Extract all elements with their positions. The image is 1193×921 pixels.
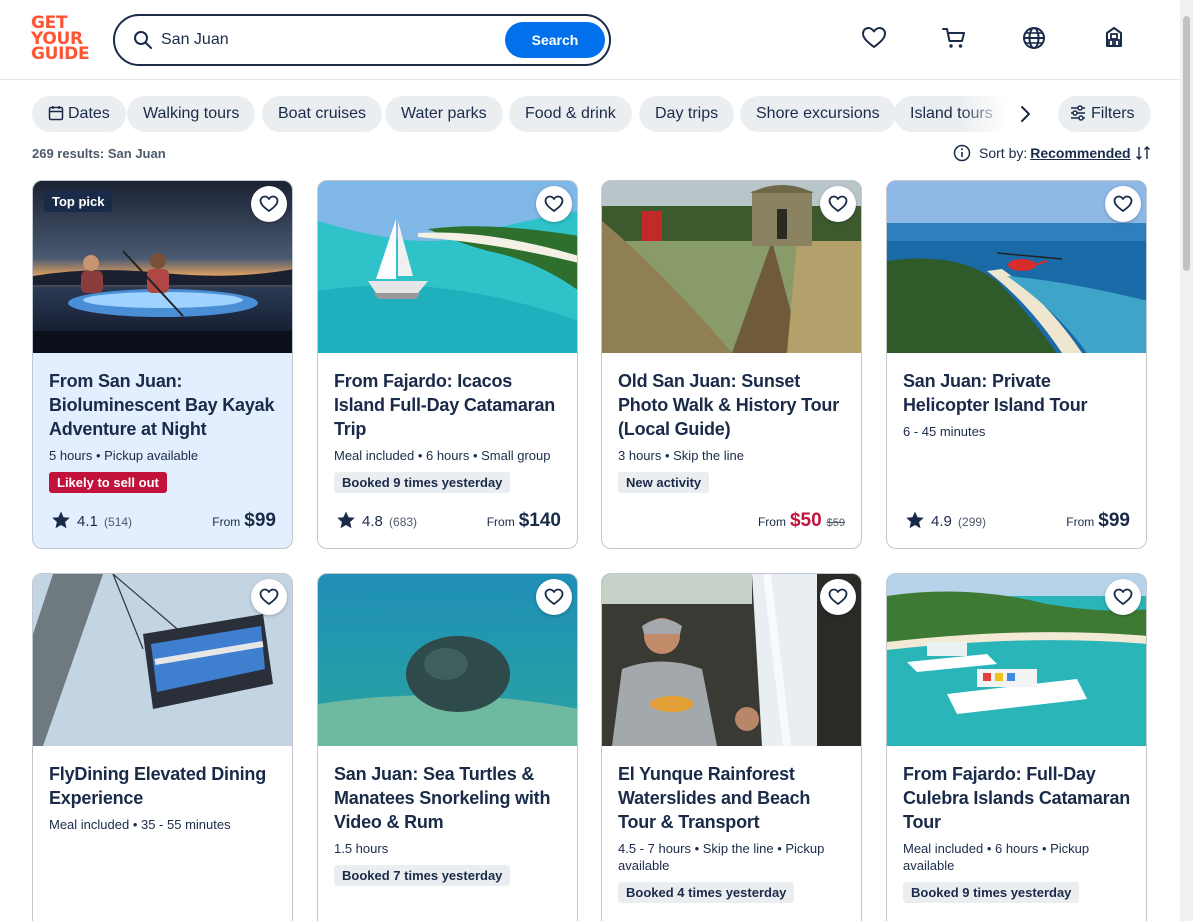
activity-meta: 5 hours • Pickup available [49,448,199,463]
scrollbar-thumb[interactable] [1183,16,1190,271]
activity-title[interactable]: From Fajardo: Full-Day Culebra Islands C… [903,762,1132,834]
filters-icon [1071,105,1085,121]
booking-badge: Booked 4 times yesterday [618,882,795,903]
heart-icon [828,195,848,212]
activity-meta: 4.5 - 7 hours • Skip the line • Pickup a… [618,841,825,873]
price: From $140 [486,510,561,531]
heart-icon [544,195,564,212]
booking-badge: Booked 9 times yesterday [334,472,511,493]
wishlist-button[interactable] [251,579,287,615]
activity-card[interactable]: FlyDining Elevated Dining Experience Mea… [32,573,293,921]
sort-arrows-icon[interactable] [1135,145,1151,161]
activity-title[interactable]: San Juan: Private Helicopter Island Tour [903,369,1132,417]
page-scrollbar[interactable] [1180,0,1193,921]
calendar-icon [48,106,64,121]
price: From $99 [212,510,276,531]
star-icon [906,511,924,529]
results-count: 269 results: San Juan [32,146,166,161]
sort-control[interactable]: Sort by: Recommended [953,144,1151,162]
activity-title[interactable]: From San Juan: Bioluminescent Bay Kayak … [49,369,278,441]
activity-title[interactable]: El Yunque Rainforest Waterslides and Bea… [618,762,847,834]
search-bar: San Juan Search [113,14,611,66]
wishlist-button[interactable] [536,186,572,222]
cart-icon[interactable] [941,25,967,51]
wishlist-button[interactable] [820,186,856,222]
status-badge: Likely to sell out [49,472,167,493]
rating: 4.8 (683) [336,510,417,530]
activity-card[interactable]: San Juan: Private Helicopter Island Tour… [886,180,1147,549]
wishlist-button[interactable] [536,579,572,615]
booking-badge: Booked 9 times yesterday [903,882,1080,903]
activity-title[interactable]: From Fajardo: Icacos Island Full-Day Cat… [334,369,563,441]
heart-icon [1113,195,1133,212]
activity-meta: 1.5 hours [334,841,389,856]
chip-walking-tours[interactable]: Walking tours [127,96,256,132]
search-icon [134,31,152,49]
activity-card[interactable]: From Fajardo: Full-Day Culebra Islands C… [886,573,1147,921]
wishlist-button[interactable] [1105,579,1141,615]
filters-button[interactable]: Filters [1058,96,1151,132]
chip-boat-cruises[interactable]: Boat cruises [262,96,383,132]
rating: 4.1 (514) [51,510,132,530]
activity-card[interactable]: El Yunque Rainforest Waterslides and Bea… [601,573,862,921]
heart-icon [259,195,279,212]
top-header: GET YOUR GUIDE San Juan Search [0,0,1180,80]
activity-title[interactable]: Old San Juan: Sunset Photo Walk & Histor… [618,369,847,441]
chevron-right-icon[interactable] [1014,103,1036,125]
activity-meta: Meal included • 6 hours • Pickup availab… [903,841,1090,873]
wishlist-button[interactable] [1105,186,1141,222]
search-button[interactable]: Search [505,22,605,58]
activity-card[interactable]: Top pick From San Juan: Bioluminescent B… [32,180,293,549]
activity-card[interactable]: From Fajardo: Icacos Island Full-Day Cat… [317,180,578,549]
search-input[interactable]: San Juan [161,31,229,49]
sort-value[interactable]: Recommended [1030,145,1130,161]
chip-fade [960,92,1010,136]
wishlist-button[interactable] [251,186,287,222]
wishlist-button[interactable] [820,579,856,615]
chip-dates[interactable]: Dates [32,96,126,132]
chip-water-parks[interactable]: Water parks [385,96,503,132]
activity-meta: Meal included • 6 hours • Small group [334,448,551,463]
activity-title[interactable]: San Juan: Sea Turtles & Manatees Snorkel… [334,762,563,834]
sort-label: Sort by: [979,145,1028,161]
info-icon[interactable] [953,144,971,162]
heart-icon [544,588,564,605]
chip-day-trips[interactable]: Day trips [639,96,735,132]
price: From $50 $59 [757,510,845,531]
activity-card[interactable]: San Juan: Sea Turtles & Manatees Snorkel… [317,573,578,921]
activity-title[interactable]: FlyDining Elevated Dining Experience [49,762,278,810]
activity-meta: 6 - 45 minutes [903,424,986,439]
price: From $99 [1066,510,1130,531]
heart-icon[interactable] [861,25,887,51]
heart-icon [259,588,279,605]
getyourguide-logo[interactable]: GET YOUR GUIDE [31,15,91,64]
booking-badge: Booked 7 times yesterday [334,865,511,886]
heart-icon [1113,588,1133,605]
star-icon [52,511,70,529]
top-pick-tag: Top pick [44,191,113,212]
activity-meta: Meal included • 35 - 55 minutes [49,817,231,832]
chip-shore-excursions[interactable]: Shore excursions [740,96,896,132]
activity-meta: 3 hours • Skip the line [618,448,744,463]
star-icon [337,511,355,529]
heart-icon [828,588,848,605]
globe-icon[interactable] [1021,25,1047,51]
rating: 4.9 (299) [905,510,986,530]
chip-food-drink[interactable]: Food & drink [509,96,632,132]
activity-card[interactable]: Old San Juan: Sunset Photo Walk & Histor… [601,180,862,549]
profile-icon[interactable] [1101,25,1127,51]
new-activity-badge: New activity [618,472,710,493]
